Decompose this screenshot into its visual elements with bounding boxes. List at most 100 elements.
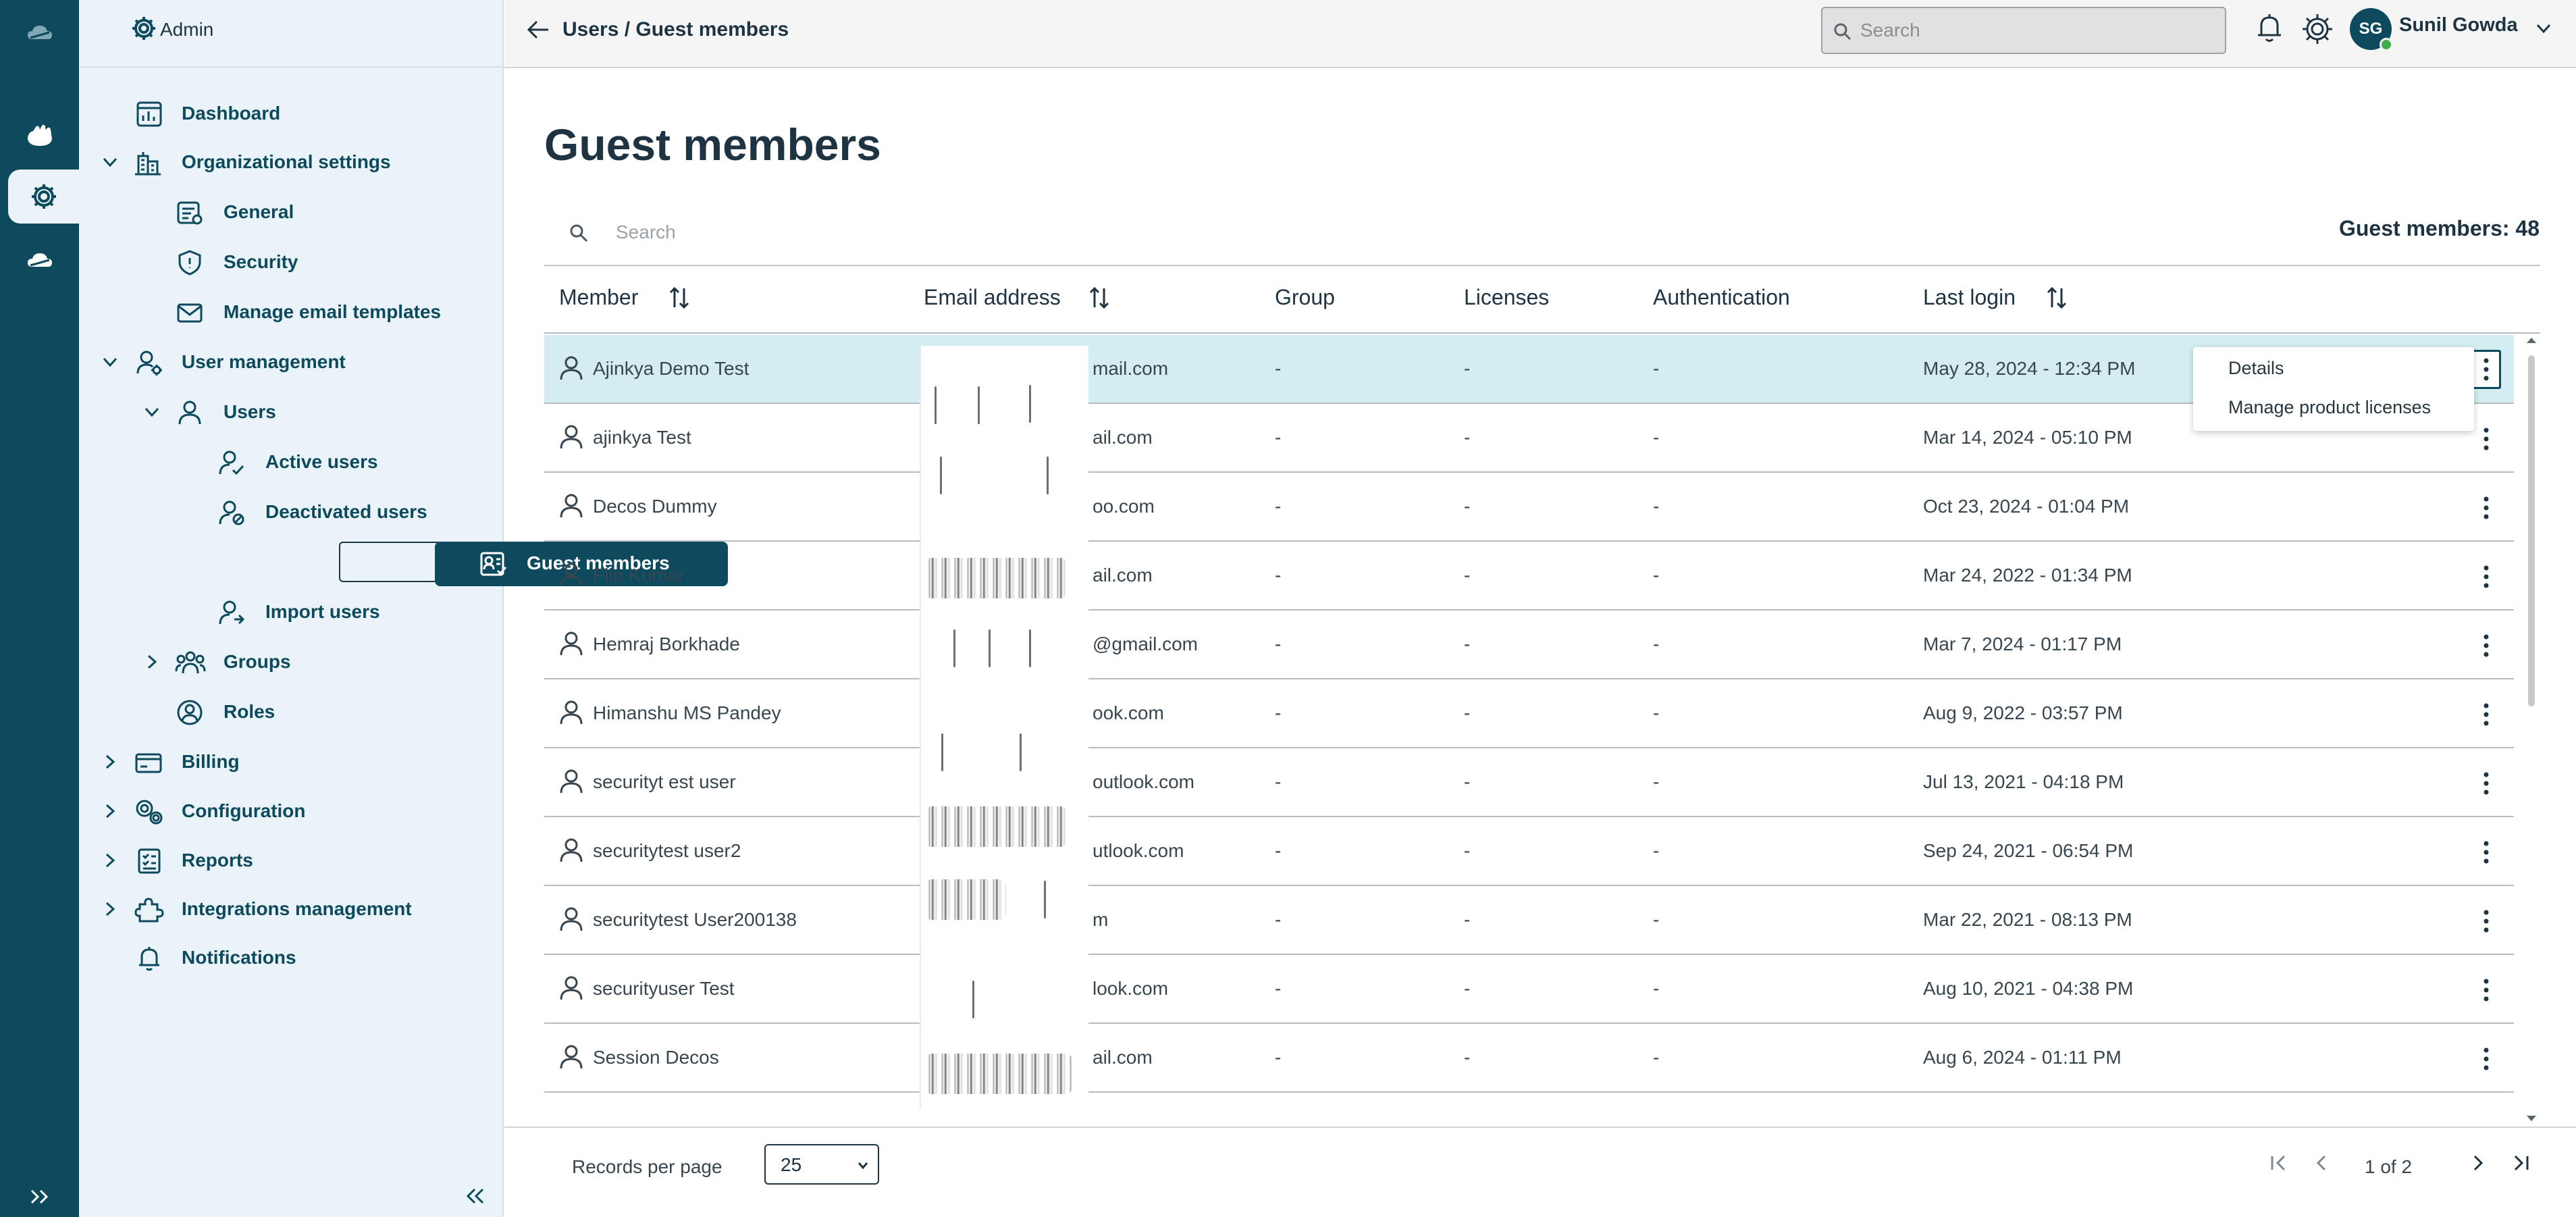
column-header-member[interactable]: Member [559, 285, 691, 310]
table-row[interactable]: securitytest user2 utlook.com - - - Sep 24, 2… [544, 817, 2514, 886]
sidebar-item-security[interactable]: Security [79, 242, 502, 282]
billing-icon [134, 749, 163, 776]
row-actions-kebab-icon[interactable] [2471, 767, 2501, 800]
building-icon [133, 149, 163, 176]
sidebar-item-active-users[interactable]: Active users [79, 442, 502, 482]
column-header-licenses: Licenses [1464, 285, 1549, 310]
sidebar-item-deactivated-users[interactable]: Deactivated users [79, 492, 502, 532]
cell-email: ail.com [1093, 427, 1153, 448]
row-actions-kebab-icon[interactable] [2471, 836, 2501, 869]
cell-licenses: - [1464, 771, 1471, 792]
row-actions-kebab-icon[interactable] [2471, 905, 2501, 937]
expand-rail-icon[interactable] [0, 1170, 79, 1217]
column-header-last-login[interactable]: Last login [1923, 285, 2068, 310]
chevron-right-icon[interactable] [101, 802, 120, 821]
row-actions-kebab-icon[interactable] [2471, 492, 2501, 524]
global-search[interactable] [1821, 7, 2226, 54]
notifications-bell-icon[interactable] [2255, 12, 2284, 45]
sidebar-item-roles[interactable]: Roles [79, 692, 502, 732]
puzzle-icon [134, 896, 164, 923]
cell-group: - [1275, 702, 1282, 723]
sidebar-item-import-users[interactable]: Import users [79, 592, 502, 632]
sidebar-item-manage-email-templates[interactable]: Manage email templates [79, 292, 502, 332]
back-arrow-icon[interactable] [526, 19, 550, 41]
records-per-page-select[interactable]: 25 [764, 1144, 879, 1185]
chevron-down-icon[interactable] [101, 353, 120, 371]
row-actions-kebab-icon[interactable] [2471, 423, 2501, 455]
sidebar-item-groups[interactable]: Groups [79, 642, 502, 682]
table-row[interactable]: securitytest User200138 m - - - Mar 22, 2021 … [544, 886, 2514, 955]
cloud-icon[interactable] [0, 233, 79, 287]
table-row[interactable]: securityt est user outlook.com - - - Jul 13, … [544, 748, 2514, 817]
chevron-right-icon[interactable] [142, 652, 161, 671]
column-header-email[interactable]: Email address [924, 285, 1111, 310]
user-name[interactable]: Sunil Gowda [2399, 14, 2518, 36]
general-icon [176, 199, 203, 226]
cell-authentication: - [1653, 1047, 1660, 1068]
sort-icon[interactable] [1088, 286, 1111, 310]
sidebar-item-label: Notifications [182, 947, 296, 968]
chevron-down-icon[interactable] [2534, 19, 2553, 38]
next-page-icon[interactable] [2465, 1151, 2490, 1175]
user-icon [559, 562, 583, 588]
row-actions-kebab-icon[interactable] [2471, 1043, 2501, 1075]
table-scrollbar[interactable] [2524, 335, 2539, 1125]
avatar[interactable]: SG [2350, 8, 2393, 51]
collapse-sidebar-icon[interactable] [464, 1186, 487, 1206]
sidebar-item-users[interactable]: Users [79, 392, 502, 432]
chevron-down-icon[interactable] [142, 403, 161, 421]
global-search-input[interactable] [1860, 18, 2211, 43]
cell-member: securitytest user2 [593, 840, 741, 861]
chevron-down-icon[interactable] [101, 153, 120, 172]
sidebar-item-label: Configuration [182, 800, 306, 821]
sidebar-item-dashboard[interactable]: Dashboard [79, 93, 502, 134]
member-search-input[interactable] [616, 219, 1156, 246]
cloud-logo-icon[interactable] [0, 5, 79, 59]
menu-item-manage-product-licenses[interactable]: Manage product licenses [2228, 397, 2431, 418]
table-row[interactable]: Flip Kumar ail.com - - - Mar 24, 2022 - 01:34… [544, 542, 2514, 611]
sidebar-item-reports[interactable]: Reports [79, 840, 502, 881]
row-actions-kebab-icon[interactable] [2471, 629, 2501, 662]
table-row[interactable]: securityuser Test look.com - - - Aug 10, 2021… [544, 955, 2514, 1024]
cell-last-login: Mar 7, 2024 - 01:17 PM [1923, 633, 2122, 654]
cell-group: - [1275, 1047, 1282, 1068]
user-deactivated-icon [218, 499, 245, 526]
row-actions-kebab-icon[interactable] [2471, 974, 2501, 1006]
table-row[interactable]: Himanshu MS Pandey ook.com - - - Aug 9, 2022 … [544, 679, 2514, 748]
cell-group: - [1275, 840, 1282, 861]
sidebar-item-integrations-management[interactable]: Integrations management [79, 889, 502, 929]
chevron-right-icon[interactable] [101, 752, 120, 771]
cell-group: - [1275, 496, 1282, 517]
last-page-icon[interactable] [2508, 1151, 2533, 1175]
sidebar-item-guest-members[interactable]: Guest members [339, 542, 728, 586]
chevron-right-icon[interactable] [101, 900, 120, 918]
admin-gear-icon[interactable] [8, 170, 79, 224]
column-label: Member [559, 285, 639, 309]
cell-email: ail.com [1093, 565, 1153, 586]
app-rail [0, 0, 79, 1217]
menu-item-details[interactable]: Details [2228, 358, 2284, 379]
sidebar-item-configuration[interactable]: Configuration [79, 791, 502, 831]
member-search[interactable] [544, 209, 1219, 257]
table-row[interactable]: Decos Dummy oo.com - - - Oct 23, 2024 - 01:04… [544, 473, 2514, 542]
sort-icon[interactable] [2045, 286, 2068, 310]
sidebar-item-label: Roles [224, 701, 275, 722]
sidebar-item-user-management[interactable]: User management [79, 342, 502, 382]
settings-gear-icon[interactable] [2301, 12, 2334, 46]
chevron-right-icon[interactable] [101, 851, 120, 870]
sidebar-item-general[interactable]: General [79, 192, 502, 232]
scrollbar-thumb[interactable] [2528, 355, 2535, 706]
row-actions-kebab-icon[interactable] [2471, 698, 2501, 731]
sidebar-item-notifications[interactable]: Notifications [79, 937, 502, 978]
hands-icon[interactable] [0, 108, 79, 162]
row-actions-kebab-icon[interactable] [2471, 350, 2501, 389]
sidebar-item-billing[interactable]: Billing [79, 742, 502, 782]
sort-icon[interactable] [668, 286, 691, 310]
table-row[interactable]: Session Decos ail.com - - - Aug 6, 2024 - 01:… [544, 1024, 2514, 1093]
sidebar-item-organizational-settings[interactable]: Organizational settings [79, 142, 502, 182]
previous-page-icon[interactable] [2310, 1151, 2334, 1175]
cell-group: - [1275, 565, 1282, 586]
table-row[interactable]: Hemraj Borkhade @gmail.com - - - Mar 7, 2024 … [544, 611, 2514, 679]
row-actions-kebab-icon[interactable] [2471, 561, 2501, 593]
first-page-icon[interactable] [2267, 1151, 2291, 1175]
